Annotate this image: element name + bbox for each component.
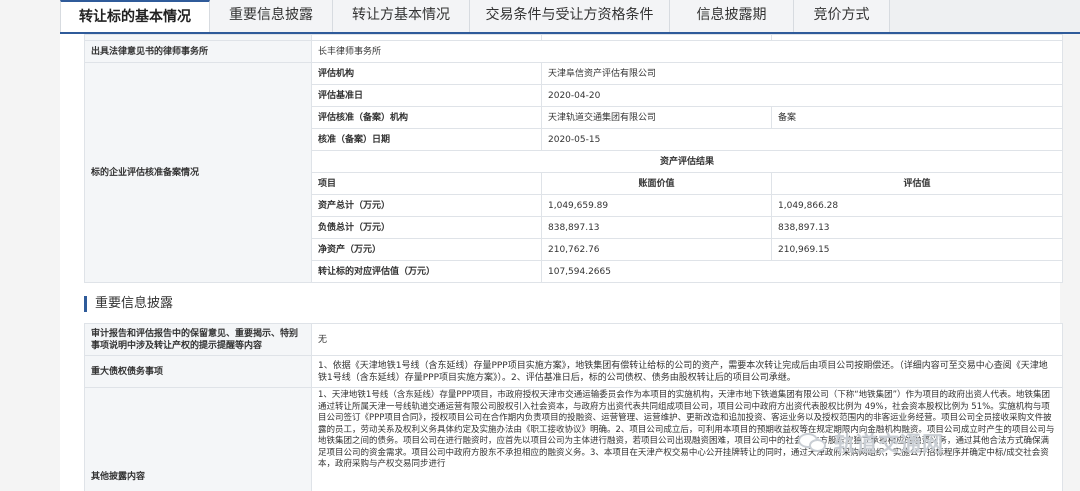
lawyer-value: 长丰律师事务所 [311,40,1063,63]
watermark: 轨道交通网 [798,425,1080,461]
wechat-icon [798,431,828,455]
disclosure-table: 审计报告和评估报告中的保留意见、重要揭示、特别事项说明中涉及转让产权的提示提醒等… [84,323,1063,491]
row-eval: 1,049,866.28 [771,194,1063,217]
row-item: 净资产（万元） [311,238,542,261]
target-value-label: 转让标的对应评估值（万元） [311,260,542,283]
tab-transferor-basics[interactable]: 转让方基本情况 [333,0,470,32]
watermark-text: 轨道交通网 [834,432,944,456]
row-book: 210,762.76 [541,238,772,261]
row-item: 资产总计（万元） [311,194,542,217]
content-panel: 出具法律意见书的律师事务所 长丰律师事务所 标的企业评估核准备案情况 评估机构 … [60,34,1063,491]
col-item-header: 项目 [311,172,542,195]
audit-label: 审计报告和评估报告中的保留意见、重要揭示、特别事项说明中涉及转让产权的提示提醒等… [84,323,312,356]
base-date-value: 2020-04-20 [541,84,1063,107]
row-eval: 210,969.15 [771,238,1063,261]
tab-transfer-target-basics[interactable]: 转让标的基本情况 [60,0,210,32]
row-book: 838,897.13 [541,216,772,239]
tab-disclosure-period[interactable]: 信息披露期 [670,0,794,32]
tab-bidding-method[interactable]: 竞价方式 [794,0,890,32]
approval-type: 备案 [771,106,1063,129]
target-value: 107,594.2665 [541,260,1063,283]
debt-value: 1、依据《天津地铁1号线（含东延线）存量PPP项目实施方案》，地铁集团有偿转让给… [311,355,1063,388]
filing-label: 标的企业评估核准备案情况 [84,62,312,283]
row-eval: 838,897.13 [771,216,1063,239]
tab-important-disclosure[interactable]: 重要信息披露 [210,0,333,32]
row-book: 1,049,659.89 [541,194,772,217]
org-label: 评估机构 [311,62,542,85]
result-header: 资产评估结果 [311,150,1063,173]
table-row: 重大债权债务事项 1、依据《天津地铁1号线（含东延线）存量PPP项目实施方案》，… [84,355,1063,388]
approval-org-value: 天津轨道交通集团有限公司 [541,106,772,129]
approval-org-label: 评估核准（备案）机构 [311,106,542,129]
table-row: 出具法律意见书的律师事务所 长丰律师事务所 [84,40,1063,63]
base-date-label: 评估基准日 [311,84,542,107]
section-title: 重要信息披露 [84,296,173,312]
col-eval-header: 评估值 [771,172,1063,195]
table-row: 审计报告和评估报告中的保留意见、重要揭示、特别事项说明中涉及转让产权的提示提醒等… [84,323,1063,356]
col-book-header: 账面价值 [541,172,772,195]
table-row: 标的企业评估核准备案情况 评估机构 天津阜信资产评估有限公司 [84,62,1063,283]
row-item: 负债总计（万元） [311,216,542,239]
audit-value: 无 [311,323,1063,356]
other-label: 其他披露内容 [84,387,312,491]
approval-date-label: 核准（备案）日期 [311,128,542,151]
tab-trade-conditions[interactable]: 交易条件与受让方资格条件 [470,0,670,32]
lawyer-label: 出具法律意见书的律师事务所 [84,40,312,63]
debt-label: 重大债权债务事项 [84,355,312,388]
org-value: 天津阜信资产评估有限公司 [541,62,1063,85]
valuation-table: 出具法律意见书的律师事务所 长丰律师事务所 标的企业评估核准备案情况 评估机构 … [84,34,1063,283]
tab-bar: 转让标的基本情况 重要信息披露 转让方基本情况 交易条件与受让方资格条件 信息披… [60,0,1080,34]
approval-date-value: 2020-05-15 [541,128,1063,151]
